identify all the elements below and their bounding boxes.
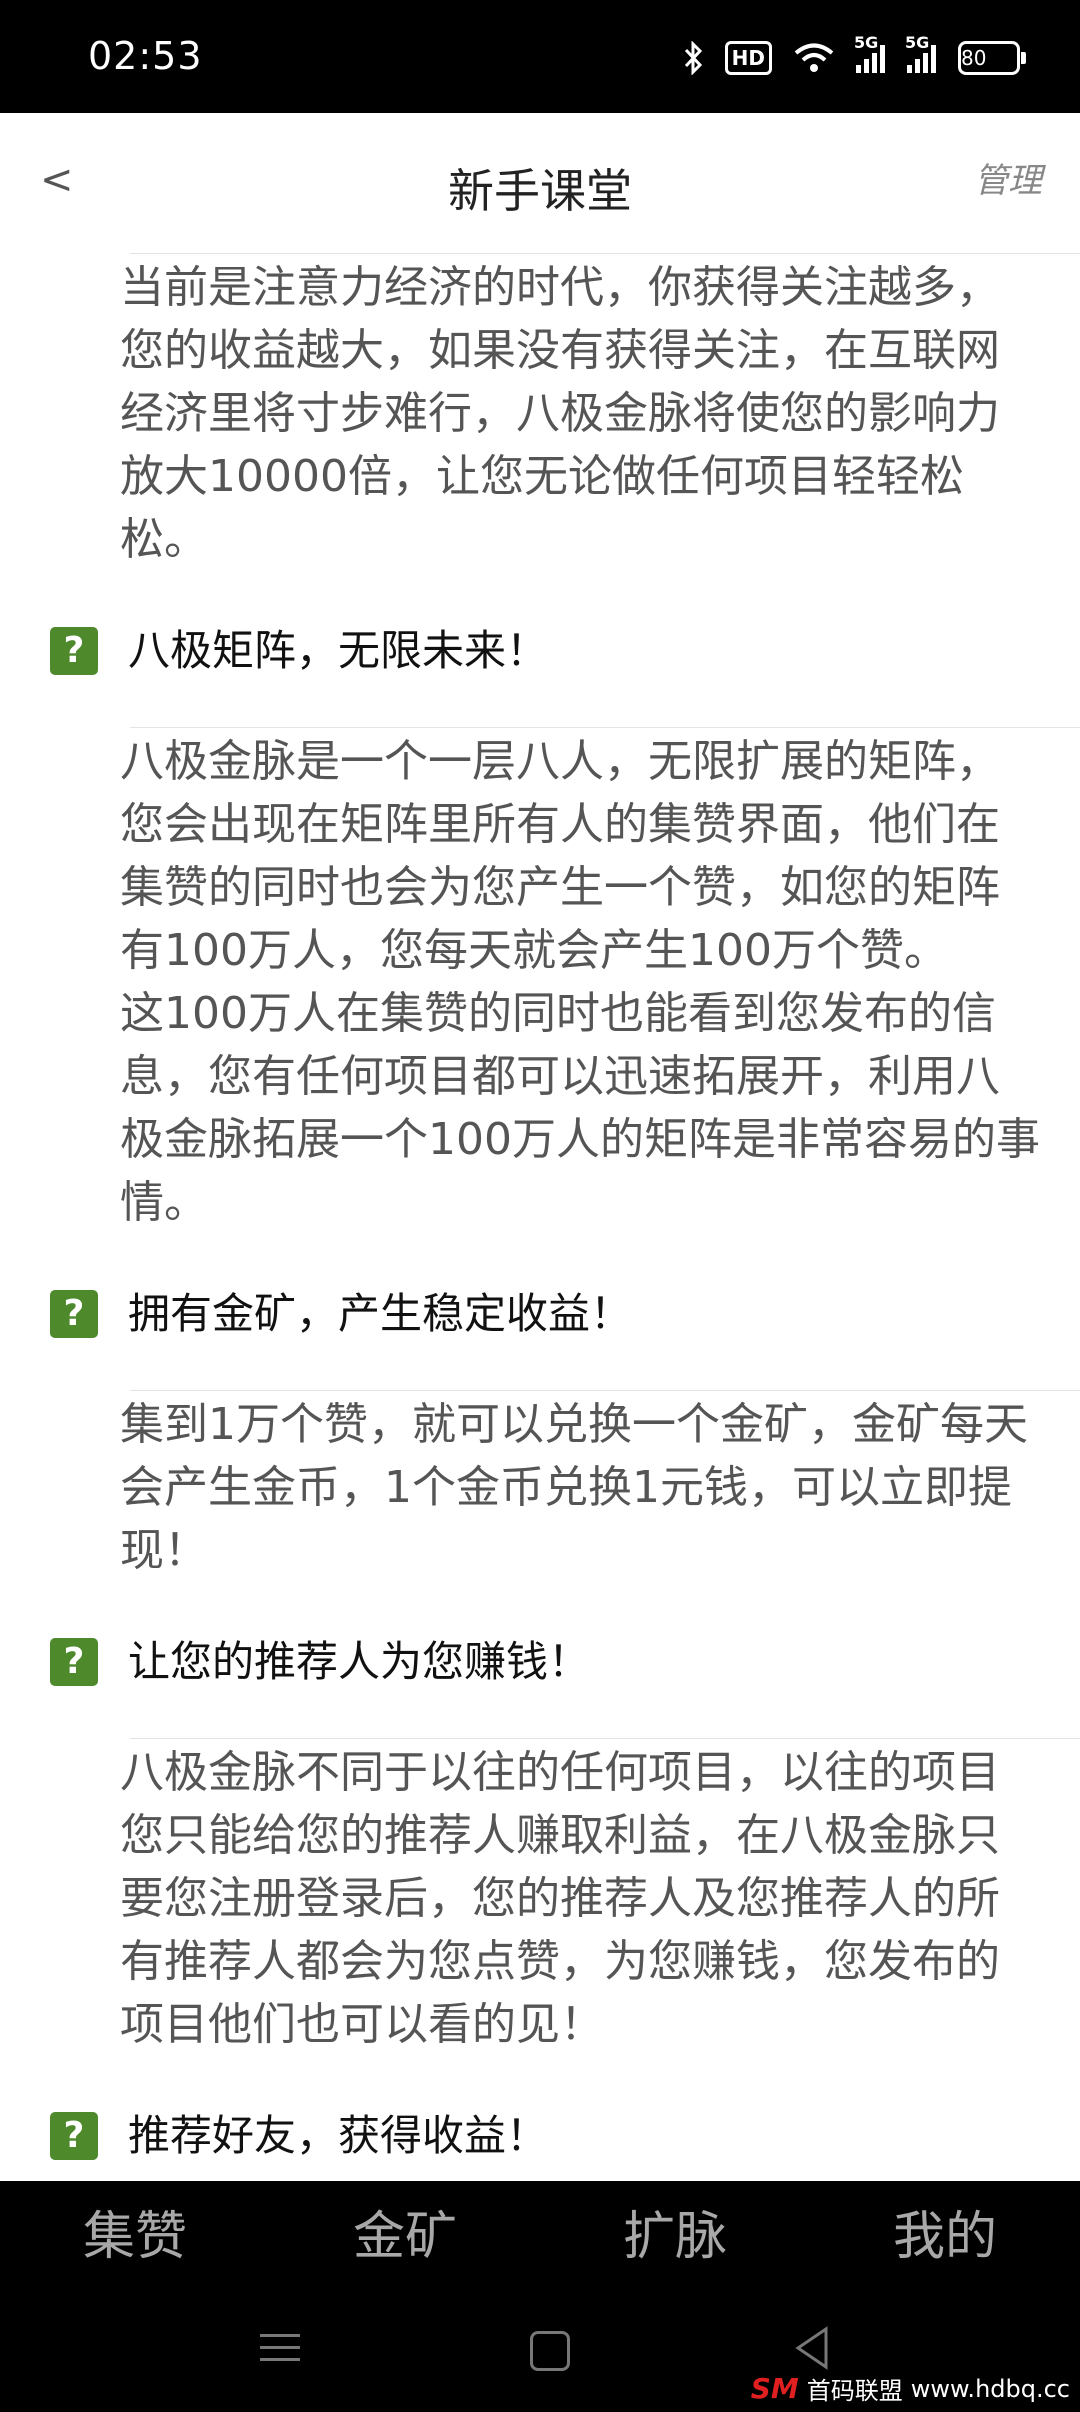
status-time: 02:53 [88,34,203,78]
battery-icon: 80 [958,41,1026,75]
section-body: 八极金脉不同于以往的任何项目，以往的项目您只能给您的推荐人赚取利益，在八极金脉只… [120,1747,1000,2050]
signal-5g-icon: 5G [854,33,885,73]
wifi-icon [794,42,834,74]
watermark-url: www.hdbq.cc [910,2374,1070,2403]
content-scroll[interactable]: 当前是注意力经济的时代，你获得关注越多，您的收益越大，如果没有获得关注，在互联网… [0,253,1080,2181]
section-header: ? 推荐好友，获得收益！ [0,2104,1080,2168]
bottom-nav: 集赞 金矿 扩脉 我的 [0,2181,1080,2293]
signal-5g-icon: 5G [905,33,936,73]
section-body: 八极金脉是一个一层八人，无限扩展的矩阵，您会出现在矩阵里所有人的集赞界面，他们在… [120,736,1040,1228]
section-header: ? 八极矩阵，无限未来！ [0,619,1080,683]
watermark-text: 首码联盟 [806,2377,903,2405]
page-title: 新手课堂 [448,164,632,218]
question-icon: ? [50,1638,98,1686]
nav-item-jizan[interactable]: 集赞 [0,2181,270,2293]
intro-paragraph: 当前是注意力经济的时代，你获得关注越多，您的收益越大，如果没有获得关注，在互联网… [120,262,1000,565]
home-icon[interactable] [530,2331,570,2371]
section-body: 集到1万个赞，就可以兑换一个金矿，金矿每天会产生金币，1个金币兑换1元钱，可以立… [120,1399,1028,1576]
question-icon: ? [50,2112,98,2160]
nav-item-jinkuang[interactable]: 金矿 [270,2181,540,2293]
section-header: ? 让您的推荐人为您赚钱！ [0,1630,1080,1694]
section-header: ? 拥有金矿，产生稳定收益！ [0,1282,1080,1346]
watermark-logo: SM [750,2372,799,2405]
nav-item-kuomai[interactable]: 扩脉 [540,2181,810,2293]
bluetooth-icon [683,41,703,75]
section-title: 八极矩阵，无限未来！ [128,626,549,675]
manage-button[interactable]: 管理 [974,153,1042,202]
nav-item-wode[interactable]: 我的 [810,2181,1080,2293]
section-title: 推荐好友，获得收益！ [128,2111,549,2160]
section-title: 拥有金矿，产生稳定收益！ [128,1289,633,1338]
status-bar: 02:53 HD 5G 5G 80 [0,0,1080,113]
back-triangle-icon[interactable] [790,2323,834,2373]
question-icon: ? [50,627,98,675]
question-icon: ? [50,1290,98,1338]
system-nav-bar: SM 首码联盟 www.hdbq.cc [0,2293,1080,2412]
menu-icon[interactable] [260,2325,300,2370]
section-title: 让您的推荐人为您赚钱！ [128,1637,591,1686]
status-icons: HD 5G 5G 80 [683,33,1026,80]
watermark: SM 首码联盟 www.hdbq.cc [751,2371,1070,2406]
hd-icon: HD [724,41,772,75]
header-bar: < 新手课堂 管理 [0,113,1080,253]
